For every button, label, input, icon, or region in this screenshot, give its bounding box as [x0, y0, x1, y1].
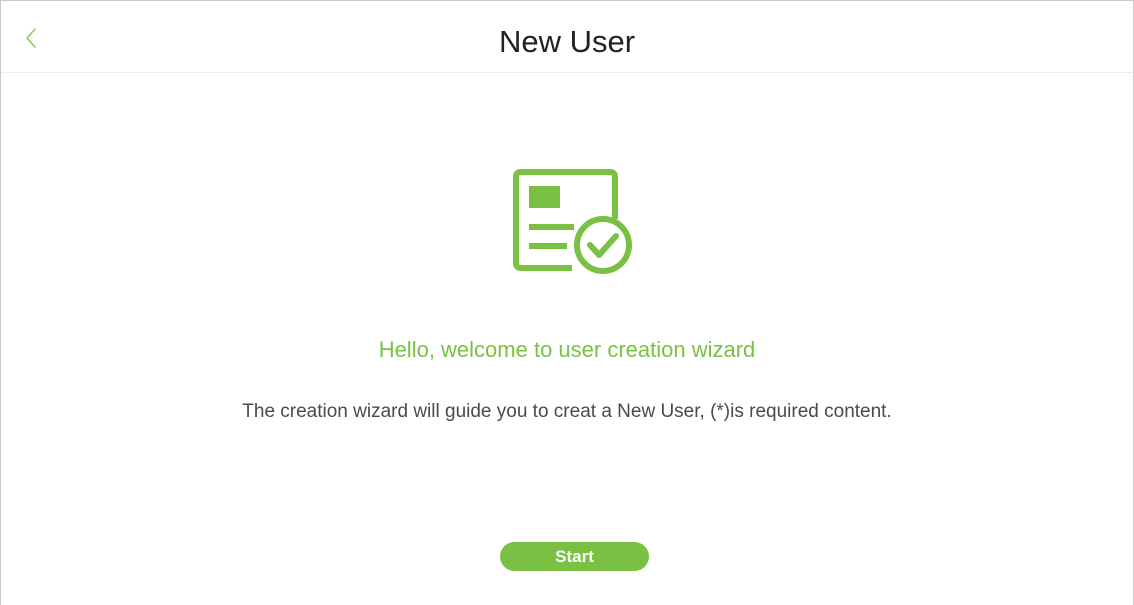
new-user-wizard-screen: New User Hello, welcome to user creation…: [0, 0, 1134, 605]
page-title: New User: [498, 24, 636, 59]
wizard-description: The creation wizard will guide you to cr…: [242, 401, 892, 422]
header-bar: New User: [1, 1, 1133, 73]
user-card-check-icon: [512, 167, 636, 279]
welcome-heading: Hello, welcome to user creation wizard: [378, 337, 756, 362]
start-button[interactable]: Start: [500, 542, 649, 571]
